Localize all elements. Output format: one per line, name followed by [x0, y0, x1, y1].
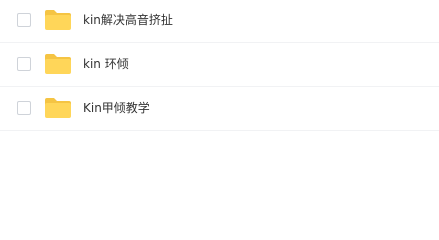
list-item[interactable]: kin解决高音挤扯 — [0, 0, 439, 43]
file-name[interactable]: Kin甲倾教学 — [83, 100, 150, 116]
select-checkbox[interactable] — [17, 57, 31, 71]
file-name[interactable]: kin解决高音挤扯 — [83, 12, 173, 28]
list-item[interactable]: Kin甲倾教学 — [0, 87, 439, 131]
file-list: kin解决高音挤扯 kin 环倾 Kin甲倾教学 — [0, 0, 439, 223]
folder-icon — [45, 98, 71, 118]
folder-icon — [45, 54, 71, 74]
file-name[interactable]: kin 环倾 — [83, 56, 129, 72]
select-checkbox[interactable] — [17, 13, 31, 27]
list-item[interactable]: kin 环倾 — [0, 43, 439, 87]
folder-icon — [45, 10, 71, 30]
select-checkbox[interactable] — [17, 101, 31, 115]
